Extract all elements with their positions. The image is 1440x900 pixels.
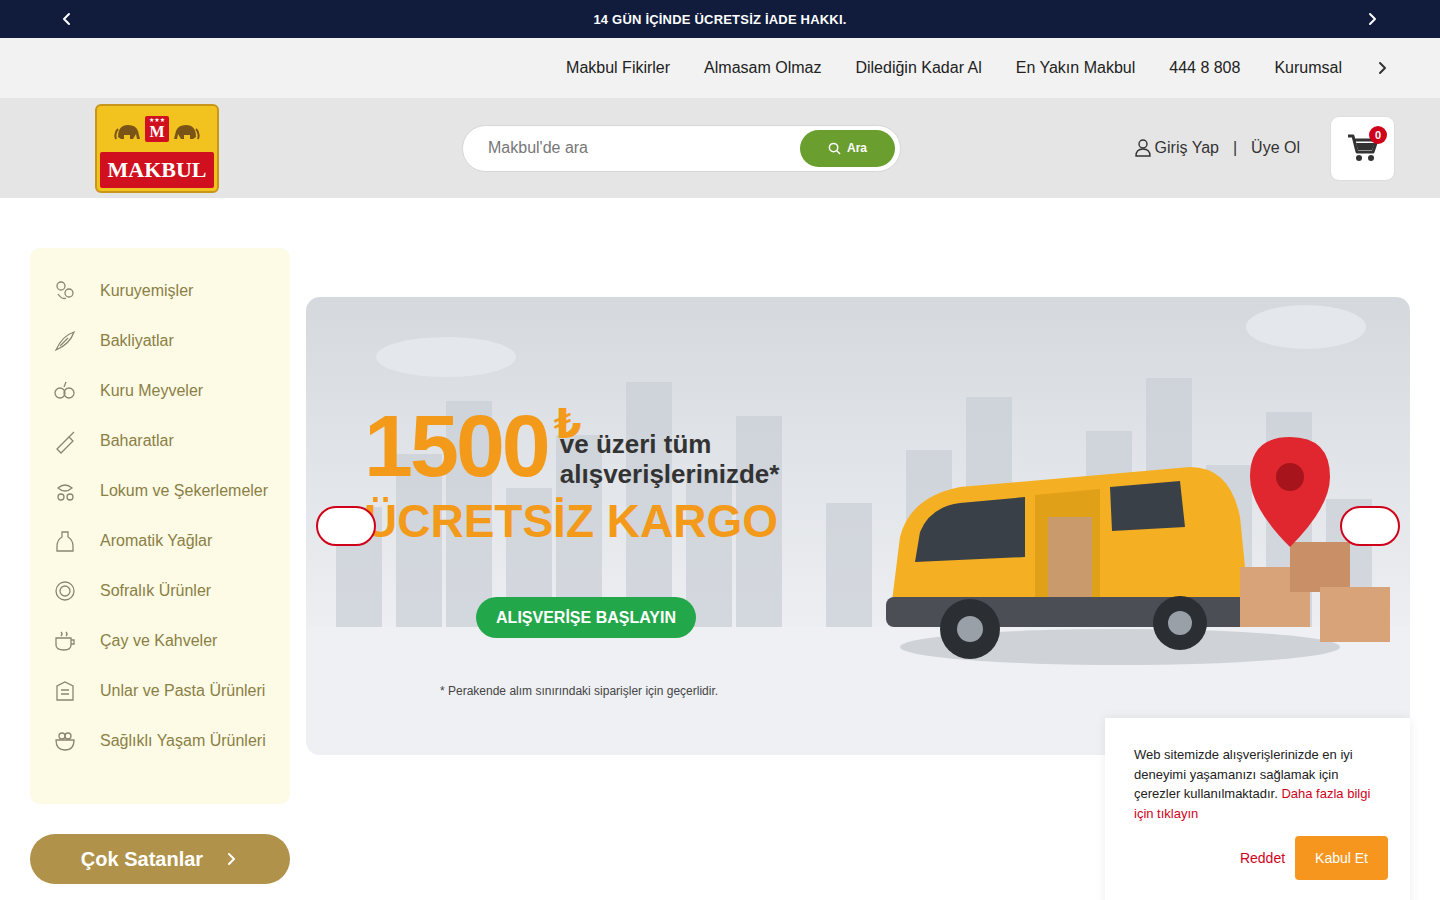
banner-art bbox=[850, 297, 1410, 755]
category-label: Çay ve Kahveler bbox=[100, 632, 217, 650]
category-item[interactable]: Lokum ve Şekerlemeler bbox=[30, 466, 290, 516]
top-nav-item[interactable]: Dilediğin Kadar Al bbox=[855, 59, 981, 77]
category-label: Lokum ve Şekerlemeler bbox=[100, 482, 268, 500]
offer-line: ve üzeri tüm bbox=[560, 429, 780, 459]
cart-button[interactable]: 0 bbox=[1330, 116, 1395, 181]
cookie-message: Web sitemizde alışverişlerinizde en iyi … bbox=[1134, 745, 1388, 823]
category-item[interactable]: Çay ve Kahveler bbox=[30, 616, 290, 666]
category-item[interactable]: Aromatik Yağlar bbox=[30, 516, 290, 566]
next-arrow-icon[interactable] bbox=[1366, 12, 1380, 26]
search-button[interactable]: Ara bbox=[800, 130, 895, 167]
banner-content: 1500₺ve üzeri tümalışverişlerinizde*ÜCRE… bbox=[306, 297, 1410, 755]
category-icon bbox=[52, 478, 78, 504]
header: ★★★M MAKBUL Ara Giriş Yap | Üye Ol 0 bbox=[0, 98, 1440, 198]
category-item[interactable]: Kuru Meyveler bbox=[30, 366, 290, 416]
prev-arrow-icon[interactable] bbox=[60, 12, 74, 26]
search-box: Ara bbox=[462, 125, 901, 172]
category-icon bbox=[52, 578, 78, 604]
banner-note: * Perakende alım sınırındaki siparişler … bbox=[440, 684, 850, 698]
cookie-consent: Web sitemizde alışverişlerinizde en iyi … bbox=[1105, 718, 1410, 900]
best-sellers-button[interactable]: Çok Satanlar bbox=[30, 834, 290, 884]
category-item[interactable]: Unlar ve Pasta Ürünleri bbox=[30, 666, 290, 716]
top-nav-item[interactable]: Kurumsal bbox=[1274, 59, 1342, 77]
category-label: Sofralık Ürünler bbox=[100, 582, 211, 600]
logo-stars: ★★★ bbox=[149, 117, 165, 124]
carousel-next-button[interactable] bbox=[1340, 506, 1400, 546]
promo-banner[interactable]: 1500₺ve üzeri tümalışverişlerinizde*ÜCRE… bbox=[306, 297, 1410, 755]
top-nav: Makbul Fikirler Almasam Olmaz Dilediğin Ka… bbox=[0, 38, 1440, 98]
banner-offer: 1500₺ve üzeri tümalışverişlerinizde* bbox=[364, 405, 850, 489]
top-nav-item[interactable]: 444 8 808 bbox=[1169, 59, 1240, 77]
search-icon bbox=[828, 142, 841, 155]
offer-side: ₺ve üzeri tümalışverişlerinizde* bbox=[548, 405, 780, 489]
logo[interactable]: ★★★M MAKBUL bbox=[95, 104, 219, 193]
left-column: Kuruyemişler Bakliyatlar Kuru Meyveler Baha… bbox=[30, 248, 290, 884]
delivery-van-illustration bbox=[850, 297, 1410, 755]
category-item[interactable]: Sağlıklı Yaşam Ürünleri bbox=[30, 716, 290, 766]
search-button-label: Ara bbox=[847, 141, 867, 155]
category-item[interactable]: Sofralık Ürünler bbox=[30, 566, 290, 616]
user-icon bbox=[1135, 139, 1151, 157]
separator: | bbox=[1233, 139, 1237, 157]
offer-line: alışverişlerinizde* bbox=[560, 459, 780, 489]
category-item[interactable]: Bakliyatlar bbox=[30, 316, 290, 366]
reject-button[interactable]: Reddet bbox=[1240, 850, 1285, 866]
offer-lines: ve üzeri tümalışverişlerinizde* bbox=[560, 429, 780, 489]
elephant-icon bbox=[113, 117, 143, 141]
category-label: Aromatik Yağlar bbox=[100, 532, 212, 550]
nav-scroll-arrow-icon[interactable] bbox=[1376, 61, 1390, 75]
logo-emblem: ★★★M bbox=[97, 106, 217, 152]
category-icon bbox=[52, 628, 78, 654]
category-label: Kuruyemişler bbox=[100, 282, 193, 300]
cart-count-badge: 0 bbox=[1369, 126, 1387, 144]
category-icon bbox=[52, 328, 78, 354]
start-shopping-button[interactable]: ALIŞVERİŞE BAŞLAYIN bbox=[476, 597, 696, 638]
banner-headline: ÜCRETSİZ KARGO bbox=[364, 493, 850, 549]
category-icon bbox=[52, 678, 78, 704]
category-icon bbox=[52, 428, 78, 454]
announcement-text: 14 GÜN İÇİNDE ÜCRETSİZ İADE HAKKI. bbox=[593, 12, 846, 27]
category-item[interactable]: Baharatlar bbox=[30, 416, 290, 466]
category-label: Baharatlar bbox=[100, 432, 174, 450]
banner-text: 1500₺ve üzeri tümalışverişlerinizde*ÜCRE… bbox=[306, 297, 850, 755]
category-label: Bakliyatlar bbox=[100, 332, 174, 350]
carousel-prev-button[interactable] bbox=[316, 506, 376, 546]
announcement-bar: 14 GÜN İÇİNDE ÜCRETSİZ İADE HAKKI. bbox=[0, 0, 1440, 38]
offer-amount: 1500 bbox=[364, 405, 548, 487]
top-nav-item[interactable]: En Yakın Makbul bbox=[1016, 59, 1135, 77]
category-label: Sağlıklı Yaşam Ürünleri bbox=[100, 732, 266, 750]
category-label: Unlar ve Pasta Ürünleri bbox=[100, 682, 265, 700]
category-icon bbox=[52, 378, 78, 404]
category-label: Kuru Meyveler bbox=[100, 382, 203, 400]
account-links: Giriş Yap | Üye Ol bbox=[1135, 139, 1300, 157]
logo-letter: M bbox=[149, 124, 164, 140]
login-label: Giriş Yap bbox=[1155, 139, 1219, 157]
category-item[interactable]: Kuruyemişler bbox=[30, 266, 290, 316]
top-nav-item[interactable]: Almasam Olmaz bbox=[704, 59, 821, 77]
search-input[interactable] bbox=[488, 139, 800, 157]
elephant-icon bbox=[171, 117, 201, 141]
category-icon bbox=[52, 728, 78, 754]
register-link[interactable]: Üye Ol bbox=[1251, 139, 1300, 157]
logo-badge: ★★★M bbox=[145, 116, 169, 142]
cookie-actions: Reddet Kabul Et bbox=[1134, 836, 1388, 880]
category-menu: Kuruyemişler Bakliyatlar Kuru Meyveler Baha… bbox=[30, 248, 290, 804]
top-nav-item[interactable]: Makbul Fikirler bbox=[566, 59, 670, 77]
category-icon bbox=[52, 528, 78, 554]
accept-button[interactable]: Kabul Et bbox=[1295, 836, 1388, 880]
login-link[interactable]: Giriş Yap bbox=[1135, 139, 1219, 157]
arrow-right-icon[interactable] bbox=[225, 852, 239, 866]
logo-wordmark: MAKBUL bbox=[100, 152, 214, 188]
category-icon bbox=[52, 278, 78, 304]
best-sellers-label: Çok Satanlar bbox=[81, 848, 203, 871]
